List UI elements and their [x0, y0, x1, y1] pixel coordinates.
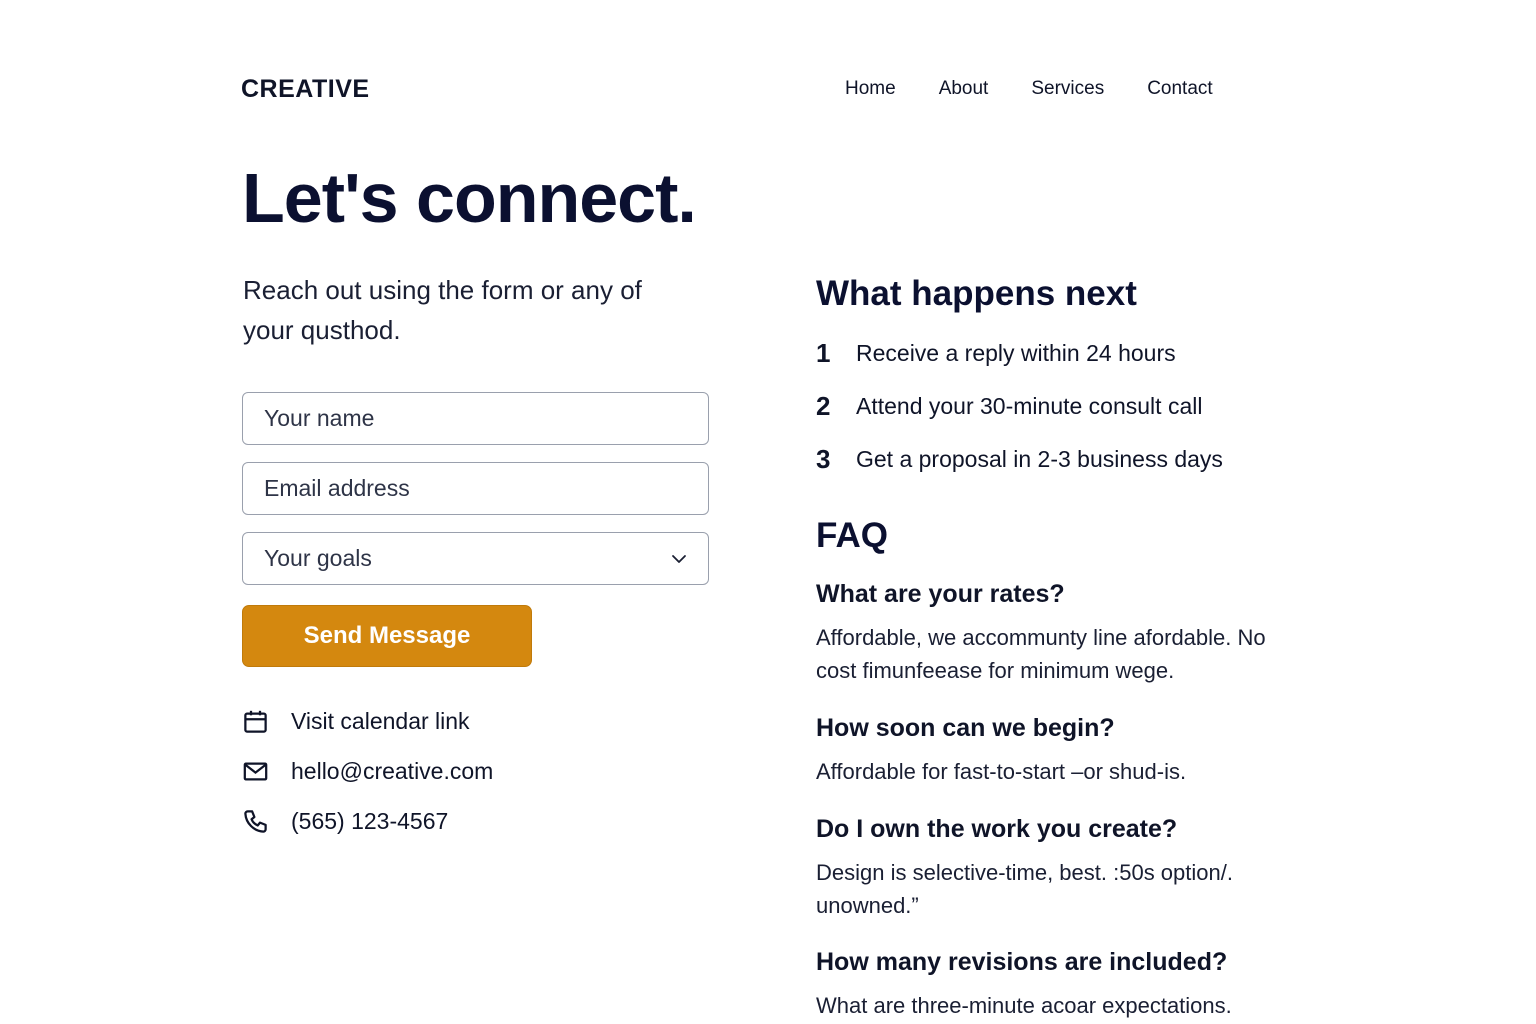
phone-link-label: (565) 123-4567	[291, 808, 449, 834]
chevron-down-icon	[672, 554, 686, 563]
faq-question[interactable]: Do I own the work you create?	[816, 815, 1177, 844]
step-item: 2 Attend your 30-minute consult call	[816, 391, 1202, 422]
main-nav: Home About Services Contact	[845, 78, 1213, 100]
email-link[interactable]: hello@creative.com	[242, 758, 493, 785]
step-number: 3	[816, 444, 831, 474]
goals-select-value: Your goals	[264, 545, 372, 571]
nav-home[interactable]: Home	[845, 78, 896, 100]
step-item: 3 Get a proposal in 2-3 business days	[816, 444, 1223, 475]
logo[interactable]: CREATIVE	[241, 75, 370, 104]
page-title: Let's connect.	[242, 159, 697, 237]
step-text: Get a proposal in 2-3 business days	[856, 446, 1223, 472]
nav-contact[interactable]: Contact	[1147, 78, 1212, 100]
calendar-link-label: Visit calendar link	[291, 708, 470, 734]
step-text: Attend your 30-minute consult call	[856, 393, 1203, 419]
phone-link[interactable]: (565) 123-4567	[242, 808, 448, 835]
faq-answer: What are three-minute acoar expectations…	[816, 993, 1232, 1018]
nav-about[interactable]: About	[939, 78, 989, 100]
faq-question[interactable]: How soon can we begin?	[816, 714, 1115, 743]
page-subtitle: Reach out using the form or any of your …	[243, 275, 642, 345]
goals-select[interactable]: Your goals	[242, 532, 709, 585]
send-message-button[interactable]: Send Message	[242, 605, 532, 667]
faq-question[interactable]: What are your rates?	[816, 580, 1065, 609]
step-number: 1	[816, 338, 831, 368]
step-text: Receive a reply within 24 hours	[856, 340, 1176, 366]
faq-title: FAQ	[816, 516, 888, 555]
email-link-label: hello@creative.com	[291, 758, 494, 784]
phone-icon	[242, 808, 269, 835]
email-input[interactable]	[242, 462, 709, 515]
nav-services[interactable]: Services	[1031, 78, 1104, 100]
step-number: 2	[816, 391, 831, 421]
faq-answer: Design is selective-time, best. :50s opt…	[816, 860, 1233, 918]
calendar-icon	[242, 708, 269, 735]
next-steps-title: What happens next	[816, 274, 1137, 313]
contact-page: CREATIVE Home About Services Contact Let…	[0, 0, 1536, 1024]
calendar-link[interactable]: Visit calendar link	[242, 708, 470, 735]
faq-question[interactable]: How many revisions are included?	[816, 948, 1227, 977]
faq-answer: Affordable, we accommunty line afordable…	[816, 625, 1266, 683]
mail-icon	[242, 758, 269, 785]
faq-answer: Affordable for fast-to-start –or shud-is…	[816, 759, 1187, 784]
name-input[interactable]	[242, 392, 709, 445]
step-item: 1 Receive a reply within 24 hours	[816, 338, 1176, 369]
